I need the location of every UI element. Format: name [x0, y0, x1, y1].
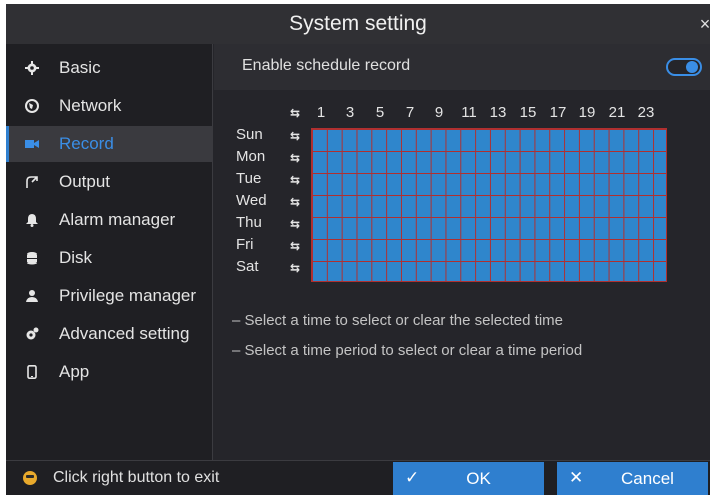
output-icon: [25, 175, 39, 189]
ok-button[interactable]: ✓ OK: [393, 462, 544, 495]
close-icon[interactable]: ×: [698, 4, 710, 44]
sidebar-item-label: Basic: [59, 58, 101, 77]
hour-label: 11: [461, 104, 477, 121]
close-icon: ✕: [569, 468, 584, 487]
sidebar-item-app[interactable]: App: [6, 354, 213, 390]
mouse-hint-icon: [23, 471, 37, 485]
day-label-wed: Wed: [236, 192, 267, 209]
globe-icon: [25, 99, 39, 113]
title-bar: System setting ×: [6, 4, 710, 44]
day-label-mon: Mon: [236, 148, 266, 165]
footer-bar: Click right button to exit ✓ OK ✕ Cancel: [6, 460, 710, 495]
sidebar-item-advanced-setting[interactable]: Advanced setting: [6, 316, 213, 352]
hour-label: 7: [405, 104, 415, 121]
hour-label: 21: [608, 104, 626, 121]
sidebar-item-privilege-manager[interactable]: Privilege manager: [6, 278, 213, 314]
user-icon: [25, 289, 39, 303]
system-setting-window: System setting × Basic Network Record Ou…: [6, 4, 710, 495]
ok-button-label: OK: [466, 469, 491, 488]
phone-icon: [25, 365, 39, 379]
hour-label: 5: [375, 104, 385, 121]
bell-icon: [25, 213, 39, 227]
hour-label: 1: [316, 104, 326, 121]
day-label-fri: Fri: [236, 236, 254, 253]
sidebar-item-label: App: [59, 362, 90, 381]
window-title: System setting: [289, 12, 427, 35]
hour-label: 23: [637, 104, 655, 121]
select-all-hours-icon[interactable]: ⇆: [287, 105, 303, 121]
enable-schedule-label: Enable schedule record: [242, 57, 411, 74]
sidebar-item-label: Privilege manager: [59, 286, 197, 305]
record-schedule-panel: Enable schedule record ⇆ 1 3 5 7 9 11 13…: [214, 44, 710, 460]
sidebar-item-label: Advanced setting: [59, 324, 190, 343]
sidebar: Basic Network Record Output Alarm manage…: [6, 44, 213, 460]
sidebar-item-label: Disk: [59, 248, 93, 267]
exit-hint-text: Click right button to exit: [53, 469, 220, 486]
cog-icon: [25, 327, 39, 341]
select-day-icon[interactable]: ⇆: [287, 260, 303, 276]
hint-text: – Select a time period to select or clea…: [232, 342, 583, 359]
cancel-button-label: Cancel: [621, 469, 674, 488]
hint-text: – Select a time to select or clear the s…: [232, 312, 563, 329]
enable-schedule-toggle[interactable]: [666, 58, 702, 76]
day-label-sat: Sat: [236, 258, 259, 275]
select-day-icon[interactable]: ⇆: [287, 238, 303, 254]
toggle-knob: [686, 61, 698, 73]
select-day-icon[interactable]: ⇆: [287, 216, 303, 232]
camera-icon: [25, 137, 39, 151]
select-day-icon[interactable]: ⇆: [287, 150, 303, 166]
sidebar-item-alarm-manager[interactable]: Alarm manager: [6, 202, 213, 238]
schedule-grid[interactable]: [311, 128, 667, 282]
day-label-tue: Tue: [236, 170, 262, 187]
cancel-button[interactable]: ✕ Cancel: [557, 462, 708, 495]
day-label-thu: Thu: [236, 214, 262, 231]
sidebar-item-record[interactable]: Record: [6, 126, 213, 162]
select-day-icon[interactable]: ⇆: [287, 172, 303, 188]
sidebar-item-label: Network: [59, 96, 122, 115]
hour-label: 19: [578, 104, 596, 121]
sidebar-item-label: Output: [59, 172, 111, 191]
gear-icon: [25, 61, 39, 75]
sidebar-item-network[interactable]: Network: [6, 88, 213, 124]
hour-label: 3: [345, 104, 355, 121]
hour-label: 9: [434, 104, 444, 121]
hour-label: 13: [489, 104, 507, 121]
day-label-sun: Sun: [236, 126, 263, 143]
sidebar-item-disk[interactable]: Disk: [6, 240, 213, 276]
sidebar-item-basic[interactable]: Basic: [6, 50, 213, 86]
enable-schedule-row: Enable schedule record: [214, 44, 710, 90]
select-day-icon[interactable]: ⇆: [287, 128, 303, 144]
database-icon: [25, 251, 39, 265]
sidebar-item-label: Alarm manager: [59, 210, 176, 229]
sidebar-item-label: Record: [59, 134, 114, 153]
select-day-icon[interactable]: ⇆: [287, 194, 303, 210]
sidebar-item-output[interactable]: Output: [6, 164, 213, 200]
hour-label: 15: [519, 104, 537, 121]
hour-label: 17: [549, 104, 567, 121]
